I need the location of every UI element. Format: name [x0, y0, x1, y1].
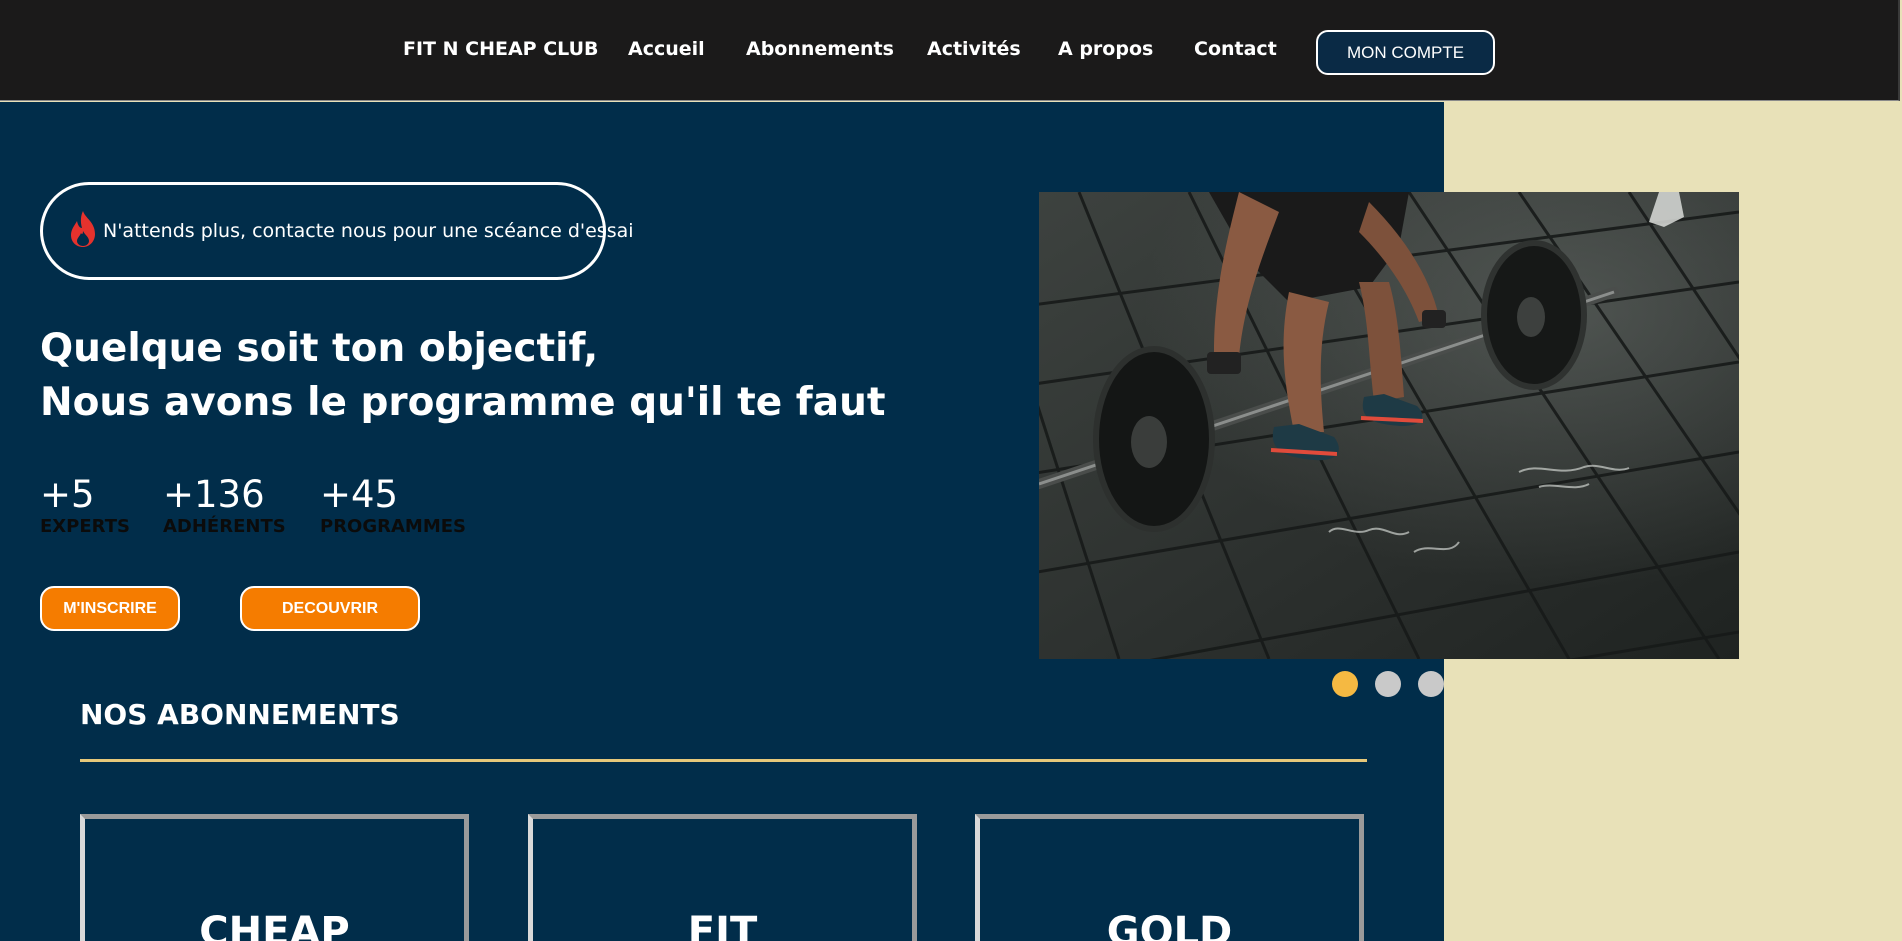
- page: FIT N CHEAP CLUB Accueil Abonnements Act…: [0, 0, 1902, 941]
- hero-weightlifting-photo: [1039, 192, 1739, 659]
- headline-line-1: Quelque soit ton objectif,: [40, 326, 599, 371]
- account-button[interactable]: MON COMPTE: [1316, 30, 1495, 75]
- stat-value: +45: [320, 473, 399, 516]
- stat-value: +136: [163, 473, 265, 516]
- carousel-dot-1[interactable]: [1332, 671, 1358, 697]
- nav-link-a-propos[interactable]: A propos: [1058, 38, 1153, 60]
- hero-headline: Quelque soit ton objectif, Nous avons le…: [40, 322, 886, 430]
- plan-card-fit[interactable]: FIT: [528, 814, 917, 941]
- plan-name: CHEAP: [199, 909, 350, 941]
- section-divider: [80, 759, 1367, 762]
- stat-experts: +5 EXPERTS: [40, 470, 130, 538]
- headline-line-2: Nous avons le programme qu'il te faut: [40, 380, 886, 425]
- subscriptions-title: NOS ABONNEMENTS: [80, 698, 400, 731]
- top-navbar: FIT N CHEAP CLUB Accueil Abonnements Act…: [0, 0, 1900, 101]
- plan-name: GOLD: [1106, 909, 1233, 941]
- nav-link-abonnements[interactable]: Abonnements: [746, 38, 894, 60]
- signup-button[interactable]: M'INSCRIRE: [40, 586, 180, 631]
- stat-label: ADHÉRENTS: [163, 516, 286, 537]
- nav-link-accueil[interactable]: Accueil: [628, 38, 705, 60]
- plan-card-cheap[interactable]: CHEAP: [80, 814, 469, 941]
- nav-link-activites[interactable]: Activités: [927, 38, 1021, 60]
- nav-link-contact[interactable]: Contact: [1194, 38, 1277, 60]
- stat-label: EXPERTS: [40, 516, 130, 537]
- stat-label: PROGRAMMES: [320, 516, 467, 537]
- stat-programmes: +45 PROGRAMMES: [320, 470, 466, 538]
- brand-link[interactable]: FIT N CHEAP CLUB: [403, 38, 599, 60]
- carousel-dot-3[interactable]: [1418, 671, 1444, 697]
- plan-card-gold[interactable]: GOLD: [975, 814, 1364, 941]
- trial-promo-pill[interactable]: N'attends plus, contacte nous pour une s…: [40, 182, 634, 280]
- fire-icon: [65, 209, 103, 254]
- stat-adherents: +136 ADHÉRENTS: [163, 470, 286, 538]
- carousel-dot-2[interactable]: [1375, 671, 1401, 697]
- discover-button[interactable]: DECOUVRIR: [240, 586, 420, 631]
- stat-value: +5: [40, 473, 95, 516]
- plan-name: FIT: [687, 909, 758, 941]
- promo-text: N'attends plus, contacte nous pour une s…: [103, 220, 634, 242]
- photo-illustration: [1039, 192, 1739, 659]
